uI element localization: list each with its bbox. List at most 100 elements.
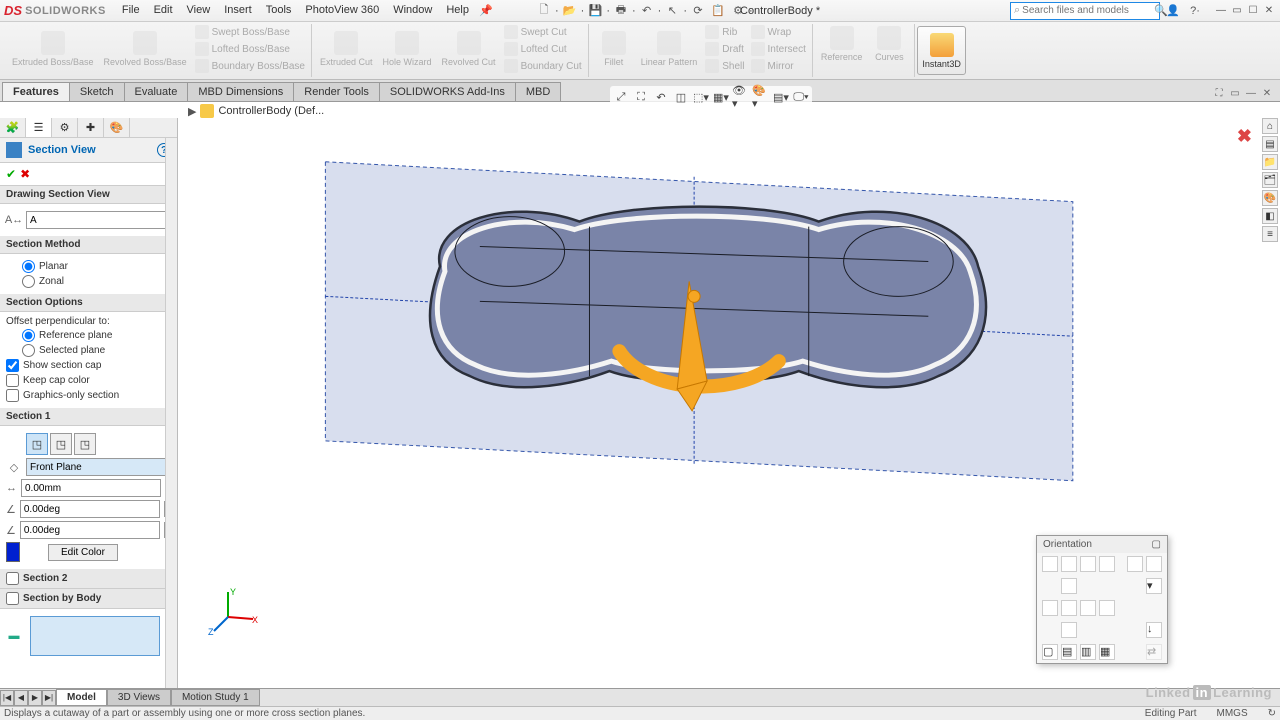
shell-button[interactable]: Shell bbox=[703, 58, 746, 74]
check-keep-cap[interactable]: Keep cap color bbox=[6, 374, 171, 387]
view-back-icon[interactable] bbox=[1061, 556, 1077, 572]
viewport-link-icon[interactable]: ⇄ bbox=[1146, 644, 1162, 660]
view-update-icon[interactable]: ↓ bbox=[1146, 622, 1162, 638]
fillet-button[interactable]: Fillet bbox=[593, 24, 635, 74]
view-front-icon[interactable] bbox=[1042, 556, 1058, 572]
plane-right-button[interactable]: ◳ bbox=[74, 433, 96, 455]
chevron-right-icon[interactable]: ▶ bbox=[188, 105, 196, 118]
status-rebuild-icon[interactable]: ↻ bbox=[1268, 708, 1276, 719]
viewport-2v-icon[interactable]: ▥ bbox=[1080, 644, 1096, 660]
minimize-icon[interactable]: — bbox=[1214, 4, 1228, 18]
section-plane-input[interactable] bbox=[26, 458, 171, 476]
design-library-icon[interactable]: 📁 bbox=[1262, 154, 1278, 170]
radio-zonal[interactable]: Zonal bbox=[22, 275, 171, 288]
help-icon[interactable]: ?· bbox=[1186, 2, 1204, 20]
tab-first-icon[interactable]: |◀ bbox=[0, 690, 14, 706]
check-gfx-only[interactable]: Graphics-only section bbox=[6, 389, 171, 402]
boundary-boss-button[interactable]: Boundary Boss/Base bbox=[193, 58, 307, 74]
menu-help[interactable]: Help bbox=[440, 2, 475, 20]
plane-top-button[interactable]: ◳ bbox=[50, 433, 72, 455]
view-triad[interactable]: Y X Z bbox=[208, 587, 258, 640]
feature-tree-tab[interactable]: 🧩 bbox=[0, 118, 26, 137]
mirror-button[interactable]: Mirror bbox=[749, 58, 808, 74]
extruded-boss-button[interactable]: Extruded Boss/Base bbox=[8, 24, 98, 74]
lofted-boss-button[interactable]: Lofted Boss/Base bbox=[193, 41, 307, 57]
edit-appearance-icon[interactable]: 🎨▾ bbox=[752, 88, 770, 106]
orientation-dialog[interactable]: Orientation▢ ▾ ↓ ▢ ▤ ▥ ▦ ⇄ bbox=[1036, 535, 1168, 664]
radio-planar[interactable]: Planar bbox=[22, 260, 171, 273]
offset-input[interactable] bbox=[21, 479, 161, 497]
view-right-icon[interactable] bbox=[1099, 556, 1115, 572]
print-icon[interactable]: 🖶 bbox=[612, 2, 630, 20]
view-palette-icon[interactable]: 🎨 bbox=[1262, 190, 1278, 206]
file-explorer-icon[interactable]: 🗂 bbox=[1262, 172, 1278, 188]
tab-last-icon[interactable]: ▶| bbox=[42, 690, 56, 706]
pin-icon[interactable]: 📌 bbox=[477, 2, 495, 20]
section-view-icon[interactable]: ◫ bbox=[672, 88, 690, 106]
close-icon[interactable]: ✕ bbox=[1262, 4, 1276, 18]
body-selection-box[interactable] bbox=[30, 616, 160, 656]
property-manager-tab[interactable]: ☰ bbox=[26, 118, 52, 137]
restore-icon[interactable]: ▭ bbox=[1230, 4, 1244, 18]
vp-tile-icon[interactable]: ▭ bbox=[1228, 86, 1242, 100]
view-left-icon[interactable] bbox=[1080, 556, 1096, 572]
section-body-checkbox[interactable] bbox=[6, 592, 19, 605]
angle2-input[interactable] bbox=[20, 521, 160, 539]
section-letter-input[interactable] bbox=[26, 211, 171, 229]
view-trimetric-icon[interactable] bbox=[1099, 600, 1115, 616]
panel-scrollbar[interactable] bbox=[165, 138, 177, 690]
save-icon[interactable]: 💾 bbox=[586, 2, 604, 20]
swept-boss-button[interactable]: Swept Boss/Base bbox=[193, 24, 307, 40]
check-show-cap[interactable]: Show section cap bbox=[6, 359, 171, 372]
swept-cut-button[interactable]: Swept Cut bbox=[502, 24, 584, 40]
viewport-2h-icon[interactable]: ▤ bbox=[1061, 644, 1077, 660]
edit-color-button[interactable]: Edit Color bbox=[48, 544, 118, 561]
curves-button[interactable]: Curves bbox=[868, 24, 910, 64]
config-manager-tab[interactable]: ⚙ bbox=[52, 118, 78, 137]
view-normal-icon[interactable] bbox=[1061, 578, 1077, 594]
view-dimetric-icon[interactable] bbox=[1080, 600, 1096, 616]
home-icon[interactable]: ⌂ bbox=[1262, 118, 1278, 134]
wrap-button[interactable]: Wrap bbox=[749, 24, 808, 40]
viewport-4-icon[interactable]: ▦ bbox=[1099, 644, 1115, 660]
menu-tools[interactable]: Tools bbox=[260, 2, 298, 20]
view-settings-icon[interactable]: 🖵▾ bbox=[792, 88, 810, 106]
options-icon[interactable]: 📋 bbox=[709, 2, 727, 20]
tab-evaluate[interactable]: Evaluate bbox=[124, 82, 189, 101]
status-units[interactable]: MMGS bbox=[1217, 708, 1248, 719]
menu-edit[interactable]: Edit bbox=[148, 2, 179, 20]
view-orientation-icon[interactable]: ⬚▾ bbox=[692, 88, 710, 106]
tab-sketch[interactable]: Sketch bbox=[69, 82, 125, 101]
undo-icon[interactable]: ↶ bbox=[638, 2, 656, 20]
tab-3d-views[interactable]: 3D Views bbox=[107, 689, 171, 706]
menu-file[interactable]: File bbox=[116, 2, 146, 20]
view-axo-icon[interactable]: ▾ bbox=[1146, 578, 1162, 594]
user-icon[interactable]: 👤 bbox=[1164, 2, 1182, 20]
view-link-icon[interactable] bbox=[1061, 622, 1077, 638]
view-iso-icon[interactable] bbox=[1127, 556, 1143, 572]
section2-checkbox[interactable] bbox=[6, 572, 19, 585]
orientation-pin-icon[interactable]: ▢ bbox=[1152, 539, 1161, 550]
appearances-icon[interactable]: ◧ bbox=[1262, 208, 1278, 224]
maximize-icon[interactable]: ☐ bbox=[1246, 4, 1260, 18]
previous-view-icon[interactable]: ↶ bbox=[652, 88, 670, 106]
reference-geometry-button[interactable]: Reference bbox=[817, 24, 867, 64]
pm-cancel-button[interactable]: ✖ bbox=[20, 167, 30, 181]
hide-show-icon[interactable]: 👁▾ bbox=[732, 88, 750, 106]
tab-motion-study[interactable]: Motion Study 1 bbox=[171, 689, 260, 706]
tab-prev-icon[interactable]: ◀ bbox=[14, 690, 28, 706]
close-context-icon[interactable]: ✖ bbox=[1237, 126, 1252, 147]
radio-sel-plane[interactable]: Selected plane bbox=[22, 344, 171, 357]
display-manager-tab[interactable]: 🎨 bbox=[104, 118, 130, 137]
section-color-swatch[interactable] bbox=[6, 542, 20, 562]
tab-model[interactable]: Model bbox=[56, 689, 107, 706]
breadcrumb-doc[interactable]: ControllerBody (Def... bbox=[218, 105, 324, 117]
custom-props-icon[interactable]: ≡ bbox=[1262, 226, 1278, 242]
hole-wizard-button[interactable]: Hole Wizard bbox=[379, 24, 436, 74]
linear-pattern-button[interactable]: Linear Pattern bbox=[637, 24, 702, 74]
vp-min-icon[interactable]: — bbox=[1244, 86, 1258, 100]
vp-expand-icon[interactable]: ⛶ bbox=[1212, 86, 1226, 100]
view-bottom-icon[interactable] bbox=[1061, 600, 1077, 616]
viewport-single-icon[interactable]: ▢ bbox=[1042, 644, 1058, 660]
display-style-icon[interactable]: ▦▾ bbox=[712, 88, 730, 106]
